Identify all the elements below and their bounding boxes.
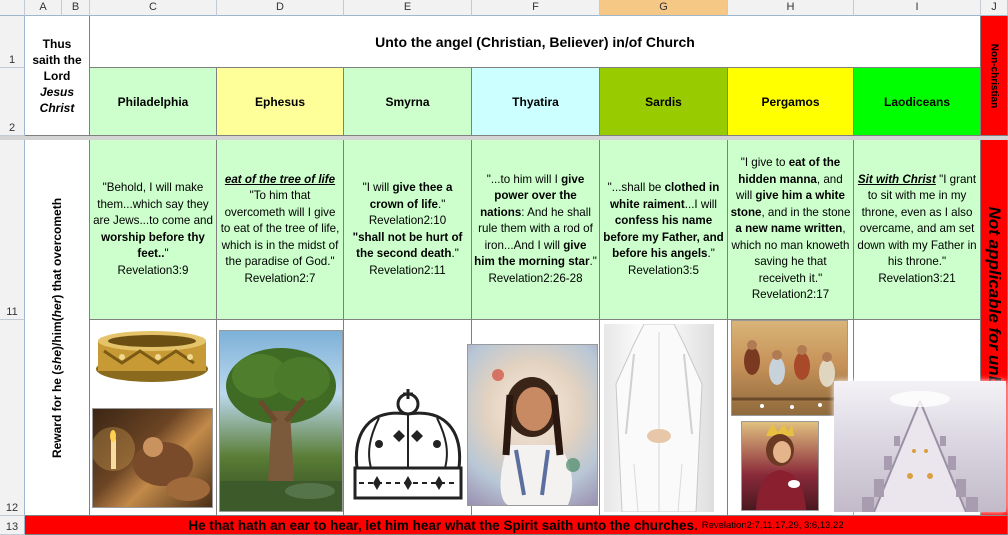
row-header-13[interactable]: 13 — [0, 516, 25, 535]
church-name: Pergamos — [761, 94, 820, 109]
thus-line: saith the — [32, 52, 82, 67]
thus-line: Jesus — [39, 84, 75, 99]
column-header-d[interactable]: D — [217, 0, 344, 16]
reward-label-cell[interactable]: Reward for he (she)/him(her) that overco… — [25, 140, 90, 516]
thus-saith-cell[interactable]: Thus saith the Lord Jesus Christ — [25, 16, 90, 136]
reward-label: Reward for he (she)/him(her) that overco… — [50, 197, 64, 458]
reward-sardis[interactable]: "...shall be clothed in white raiment...… — [600, 140, 728, 320]
column-header-j[interactable]: J — [981, 0, 1008, 16]
verse-ref: Revelation2:7 — [244, 271, 316, 285]
church-name: Sardis — [645, 94, 682, 109]
reward-smyrna[interactable]: "I will give thee a crown of life." Revel… — [344, 140, 472, 320]
verse-ref: Revelation3:9 — [117, 263, 189, 277]
white-stone-painting-image[interactable] — [741, 421, 819, 511]
reward-thyatira[interactable]: "...to him will I give power over the na… — [472, 140, 600, 320]
thus-line: Lord — [43, 68, 71, 83]
page-title-text: Unto the angel (Christian, Believer) in/… — [375, 33, 695, 50]
reward-philadelphia[interactable]: "Behold, I will make them...which say th… — [90, 140, 217, 320]
thus-line: Christ — [39, 100, 75, 115]
footer-refs: Revelation2:7,11,17,29, 3:6,13,22 — [701, 519, 844, 531]
reward-ephesus[interactable]: eat of the tree of life "To him that ove… — [217, 140, 344, 320]
golden-crown-image[interactable] — [92, 325, 213, 385]
row-header-12[interactable]: 12 — [0, 320, 25, 516]
church-name: Smyrna — [385, 94, 430, 109]
church-sardis[interactable]: Sardis — [600, 68, 728, 136]
tree-of-life-image[interactable] — [219, 330, 343, 512]
row-header-1[interactable]: 1 — [0, 16, 25, 68]
verse-ref: Revelation2:11 — [369, 263, 446, 277]
thus-line: Thus — [42, 36, 72, 51]
throne-banquet-image[interactable] — [834, 381, 1006, 513]
crown-of-life-image[interactable] — [349, 388, 467, 510]
church-smyrna[interactable]: Smyrna — [344, 68, 472, 136]
verse-ref: Revelation3:5 — [628, 263, 699, 277]
church-philadelphia[interactable]: Philadelphia — [90, 68, 217, 136]
column-header-g[interactable]: G — [600, 0, 728, 16]
column-header-f[interactable]: F — [472, 0, 600, 16]
select-all-corner[interactable] — [0, 0, 25, 16]
church-name: Philadelphia — [117, 94, 189, 109]
white-raiment-image[interactable] — [604, 323, 714, 513]
verse-ref: Revelation3:21 — [878, 271, 956, 285]
worship-painting-image[interactable] — [91, 408, 213, 508]
footer-text: He that hath an ear to hear, let him hea… — [188, 517, 698, 533]
verse-ref: Revelation2:26-28 — [488, 271, 583, 285]
footer-banner[interactable]: He that hath an ear to hear, let him hea… — [25, 516, 1008, 535]
row-header-11[interactable]: 11 — [0, 140, 25, 320]
church-laodiceans[interactable]: Laodiceans — [854, 68, 981, 136]
column-header-b[interactable]: B — [62, 0, 90, 16]
verse-ref: Revelation2:10 — [368, 214, 447, 227]
morning-star-painting-image[interactable] — [467, 344, 598, 506]
church-ephesus[interactable]: Ephesus — [217, 68, 344, 136]
church-thyatira[interactable]: Thyatira — [472, 68, 600, 136]
column-header-e[interactable]: E — [344, 0, 472, 16]
church-name: Ephesus — [254, 94, 305, 109]
column-header-a[interactable]: A — [25, 0, 62, 16]
column-header-i[interactable]: I — [854, 0, 981, 16]
non-christian-cell[interactable]: Non-christian — [981, 16, 1008, 136]
church-pergamos[interactable]: Pergamos — [728, 68, 854, 136]
row-header-2[interactable]: 2 — [0, 68, 25, 136]
verse-ref: Revelation2:17 — [751, 288, 830, 302]
hidden-manna-painting-image[interactable] — [731, 320, 848, 416]
page-title[interactable]: Unto the angel (Christian, Believer) in/… — [90, 16, 981, 68]
column-header-c[interactable]: C — [90, 0, 217, 16]
non-christian-label: Non-christian — [988, 43, 1000, 108]
church-name: Thyatira — [512, 94, 559, 109]
column-header-h[interactable]: H — [728, 0, 854, 16]
reward-laodiceans[interactable]: Sit with Christ "I grant to sit with me … — [854, 140, 981, 320]
church-name: Laodiceans — [883, 94, 951, 109]
reward-pergamos[interactable]: "I give to eat of the hidden manna, and … — [728, 140, 854, 320]
